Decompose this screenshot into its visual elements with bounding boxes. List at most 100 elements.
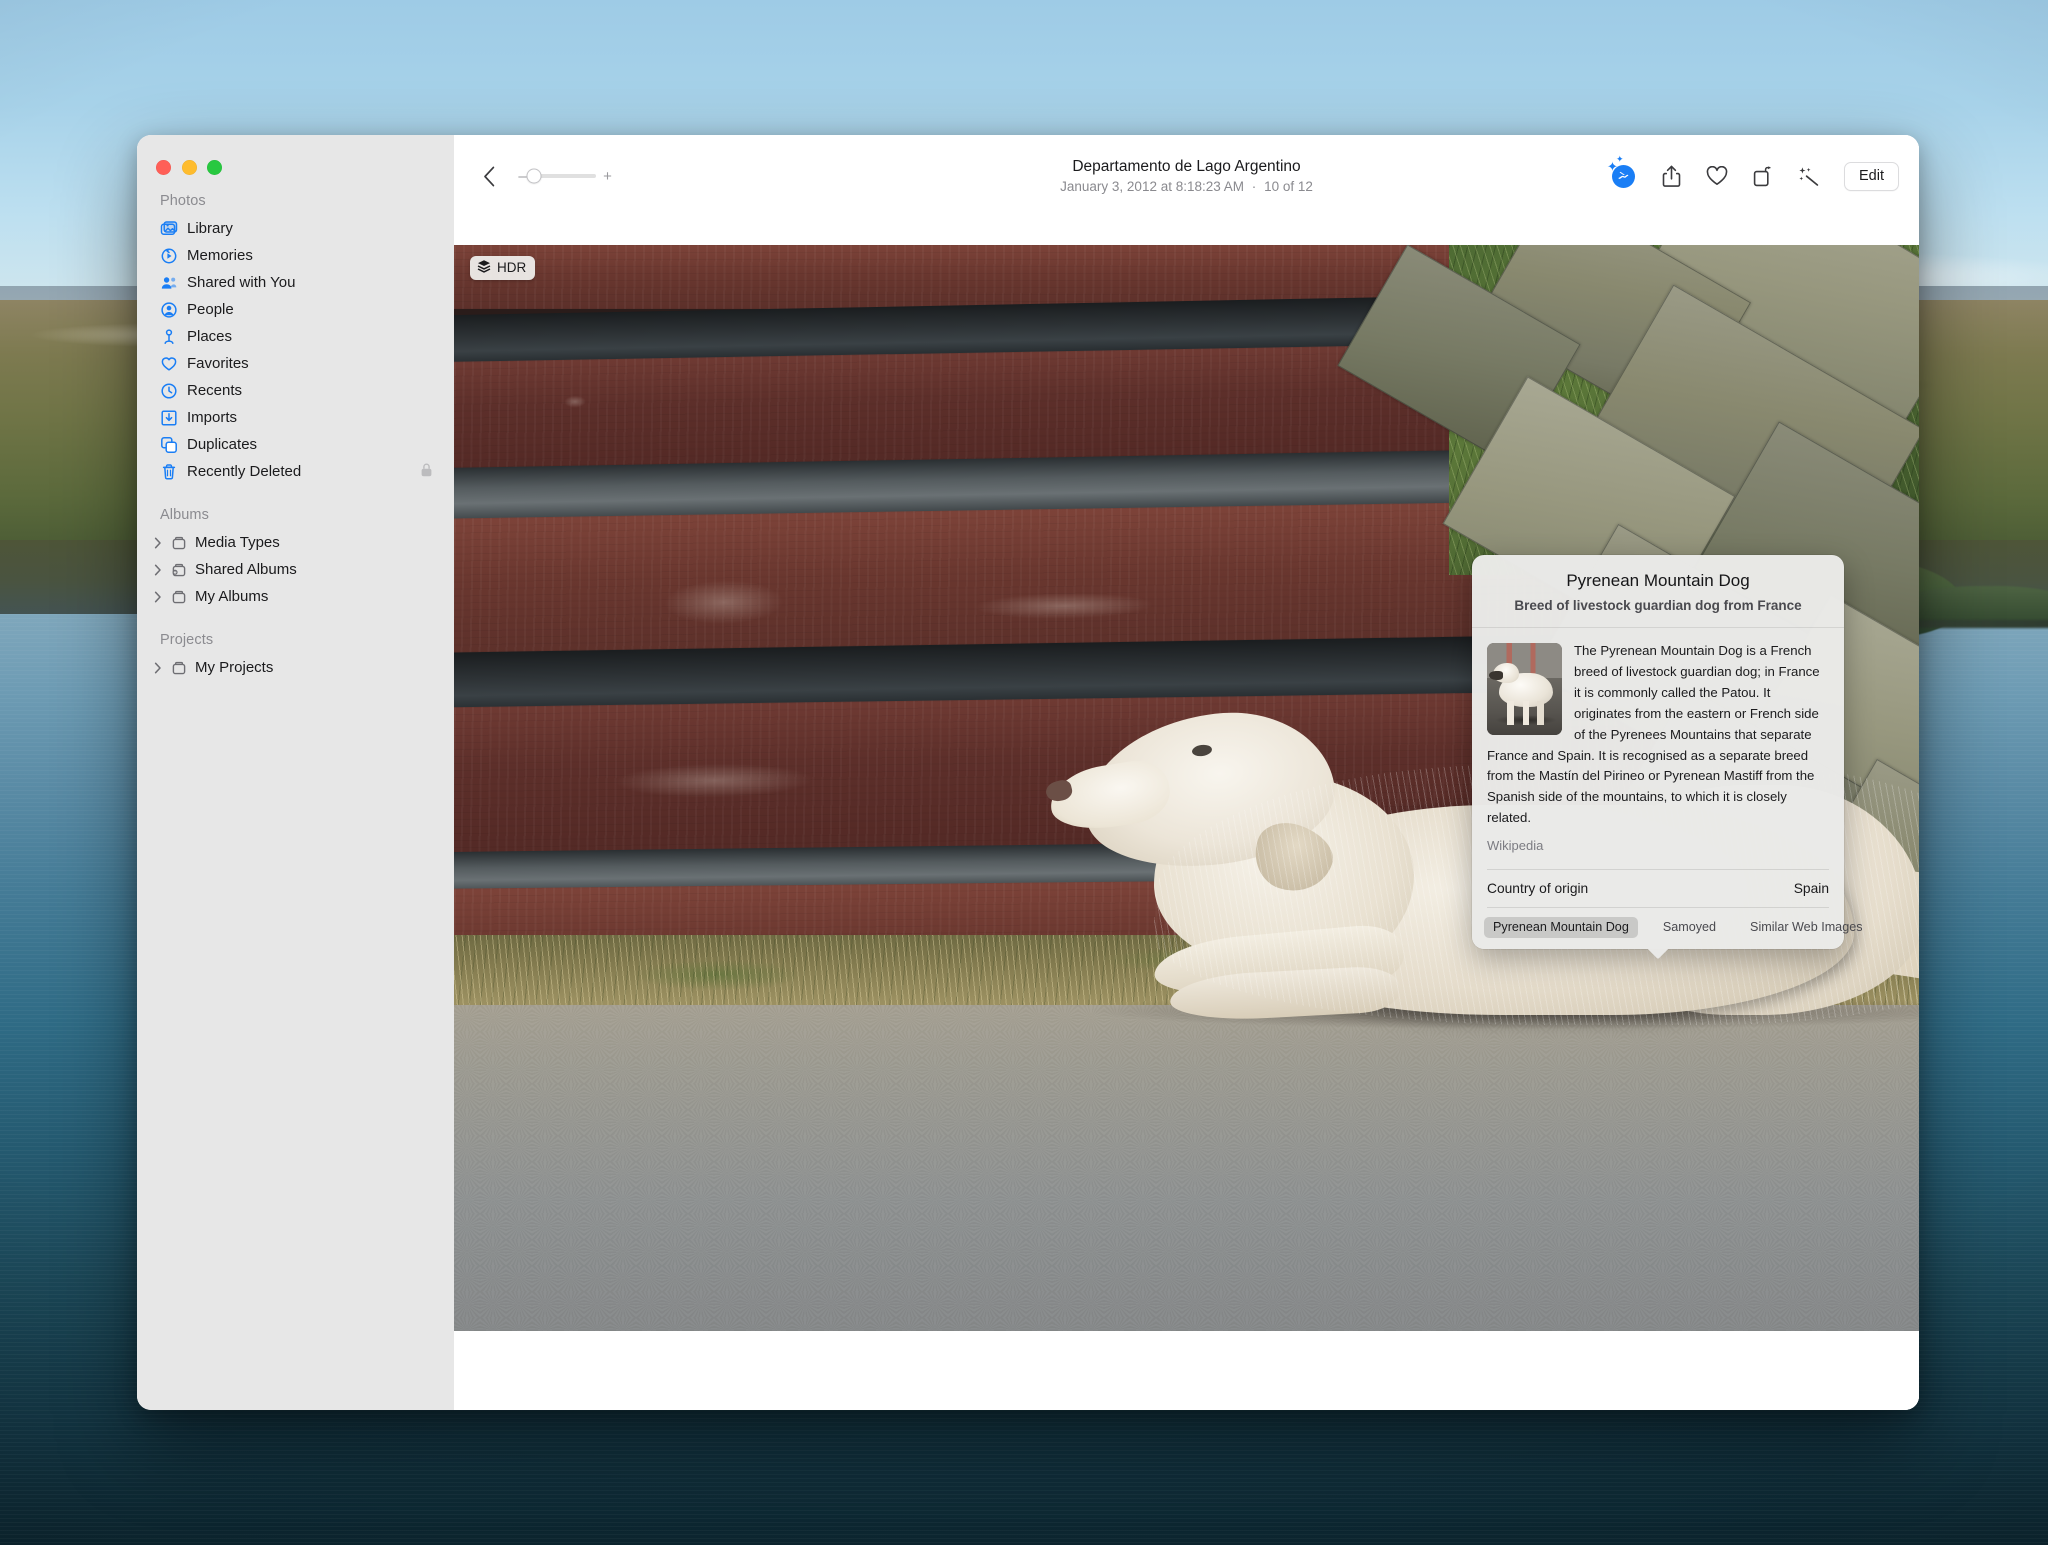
sidebar-item-duplicates[interactable]: Duplicates — [148, 431, 443, 458]
sidebar-item-label: My Projects — [195, 659, 274, 676]
share-icon — [1662, 165, 1680, 187]
sidebar-item-recents[interactable]: Recents — [148, 377, 443, 404]
photo-meta: January 3, 2012 at 8:18:23 AM · 10 of 12 — [1060, 178, 1313, 196]
zoom-slider-thumb[interactable] — [526, 168, 542, 184]
sidebar-item-label: Recents — [187, 382, 243, 399]
sidebar-item-people[interactable]: People — [148, 296, 443, 323]
sidebar-item-memories[interactable]: Memories — [148, 242, 443, 269]
duplicates-icon — [159, 435, 178, 454]
visual-look-up-fact-row: Country of origin Spain — [1487, 869, 1829, 908]
sidebar-item-label: My Albums — [195, 588, 269, 605]
chevron-right-icon[interactable] — [152, 662, 164, 674]
photo-date: January 3, 2012 at 8:18:23 AM — [1060, 178, 1245, 194]
sidebar-item-label: Shared Albums — [195, 561, 297, 578]
fact-value: Spain — [1793, 881, 1829, 896]
sidebar-item-shared-albums[interactable]: Shared Albums — [148, 556, 443, 583]
sidebar-item-label: Favorites — [187, 355, 249, 372]
zoom-slider[interactable]: – + — [518, 168, 612, 184]
sidebar-item-places[interactable]: Places — [148, 323, 443, 350]
chevron-right-icon[interactable] — [152, 564, 164, 576]
zoom-slider-track[interactable] — [526, 168, 596, 184]
fact-label: Country of origin — [1487, 881, 1589, 896]
layers-icon — [477, 259, 491, 276]
zoom-button[interactable] — [207, 160, 222, 175]
sidebar-section-projects-label: Projects — [160, 632, 214, 648]
visual-look-up-tabs: Pyrenean Mountain Dog Samoyed Similar We… — [1472, 908, 1863, 949]
photo-bottom-padding — [454, 1331, 1919, 1410]
chevron-right-icon[interactable] — [152, 537, 164, 549]
sidebar-item-label: Library — [187, 220, 233, 237]
tab-similar-web-images[interactable]: Similar Web Images — [1741, 917, 1871, 938]
share-button[interactable] — [1658, 163, 1684, 189]
shared-with-you-icon — [159, 273, 178, 292]
rotate-icon — [1753, 165, 1771, 186]
sidebar-item-label: Imports — [187, 409, 238, 426]
visual-look-up-title: Pyrenean Mountain Dog — [1566, 571, 1750, 590]
album-folder-icon — [169, 587, 188, 606]
places-pin-icon — [159, 327, 178, 346]
tab-pyrenean-mountain-dog[interactable]: Pyrenean Mountain Dog — [1484, 917, 1638, 938]
edit-button[interactable]: Edit — [1844, 161, 1899, 191]
trash-icon — [159, 462, 178, 481]
album-folder-icon — [169, 658, 188, 677]
visual-look-up-icon — [1611, 164, 1635, 188]
hdr-badge: HDR — [470, 256, 536, 280]
sidebar-item-media-types[interactable]: Media Types — [148, 529, 443, 556]
toolbar-actions: ✦ ✦ Edit — [1607, 154, 1899, 191]
rotate-button[interactable] — [1750, 163, 1776, 189]
chevron-right-icon[interactable] — [152, 591, 164, 603]
sidebar-item-imports[interactable]: Imports — [148, 404, 443, 431]
sidebar-item-label: Recently Deleted — [187, 463, 302, 480]
lock-icon — [420, 462, 433, 481]
photo-gravel — [454, 1005, 1919, 1331]
back-button[interactable] — [476, 163, 502, 189]
shared-album-icon — [169, 560, 188, 579]
sidebar-section-photos-label: Photos — [160, 193, 206, 209]
main-content: – + Departamento de Lago Argentino Janua… — [454, 135, 1919, 1410]
visual-look-up-header: Pyrenean Mountain Dog Breed of livestock… — [1472, 555, 1844, 629]
sparkle-small-icon: ✦ — [1616, 154, 1624, 164]
sidebar-item-my-albums[interactable]: My Albums — [148, 583, 443, 610]
sidebar-item-favorites[interactable]: Favorites — [148, 350, 443, 377]
sidebar-item-label: Media Types — [195, 534, 280, 551]
photo-viewer: HDR Pyrenean Mountain Dog Breed of lives… — [454, 217, 1919, 1410]
minimize-button[interactable] — [181, 160, 197, 175]
clock-icon — [159, 381, 178, 400]
close-button[interactable] — [156, 160, 171, 175]
sidebar-item-label: Duplicates — [187, 436, 258, 453]
import-icon — [159, 408, 178, 427]
sidebar-item-label: Places — [187, 328, 233, 345]
photo-library-icon — [159, 219, 178, 238]
hdr-badge-label: HDR — [497, 260, 527, 275]
window-traffic-lights — [137, 145, 454, 179]
visual-look-up-popover: Pyrenean Mountain Dog Breed of livestock… — [1472, 555, 1863, 949]
heart-icon — [159, 354, 178, 373]
sidebar-item-label: Shared with You — [187, 274, 296, 291]
sidebar-item-recently-deleted[interactable]: Recently Deleted — [148, 458, 443, 485]
visual-look-up-body: The Pyrenean Mountain Dog is a French br… — [1472, 628, 1844, 869]
page-title: Departamento de Lago Argentino — [1072, 157, 1301, 175]
photos-app-window: Photos Library Memories Shared with You … — [137, 135, 1919, 1410]
zoom-in-label[interactable]: + — [603, 169, 612, 184]
heart-icon — [1706, 166, 1728, 185]
sidebar-item-label: People — [187, 301, 234, 318]
sidebar: Photos Library Memories Shared with You … — [137, 135, 454, 1410]
people-icon — [159, 300, 178, 319]
tab-samoyed[interactable]: Samoyed — [1654, 917, 1725, 938]
sidebar-item-my-projects[interactable]: My Projects — [148, 654, 443, 681]
toolbar-left-group: – + — [476, 163, 612, 189]
sidebar-item-shared-with-you[interactable]: Shared with You — [148, 269, 443, 296]
favorite-button[interactable] — [1704, 163, 1730, 189]
visual-look-up-source[interactable]: Wikipedia — [1487, 829, 1829, 865]
album-folder-icon — [169, 533, 188, 552]
photo-position: 10 of 12 — [1264, 178, 1313, 194]
memories-icon — [159, 246, 178, 265]
meta-separator: · — [1251, 178, 1257, 194]
visual-look-up-button[interactable]: ✦ ✦ — [1607, 154, 1638, 190]
sidebar-item-label: Memories — [187, 247, 253, 264]
toolbar: – + Departamento de Lago Argentino Janua… — [454, 135, 1919, 217]
auto-enhance-button[interactable] — [1796, 163, 1822, 189]
sidebar-item-library[interactable]: Library — [148, 215, 443, 242]
visual-look-up-thumbnail[interactable] — [1487, 643, 1562, 736]
sidebar-section-albums-label: Albums — [160, 507, 209, 523]
